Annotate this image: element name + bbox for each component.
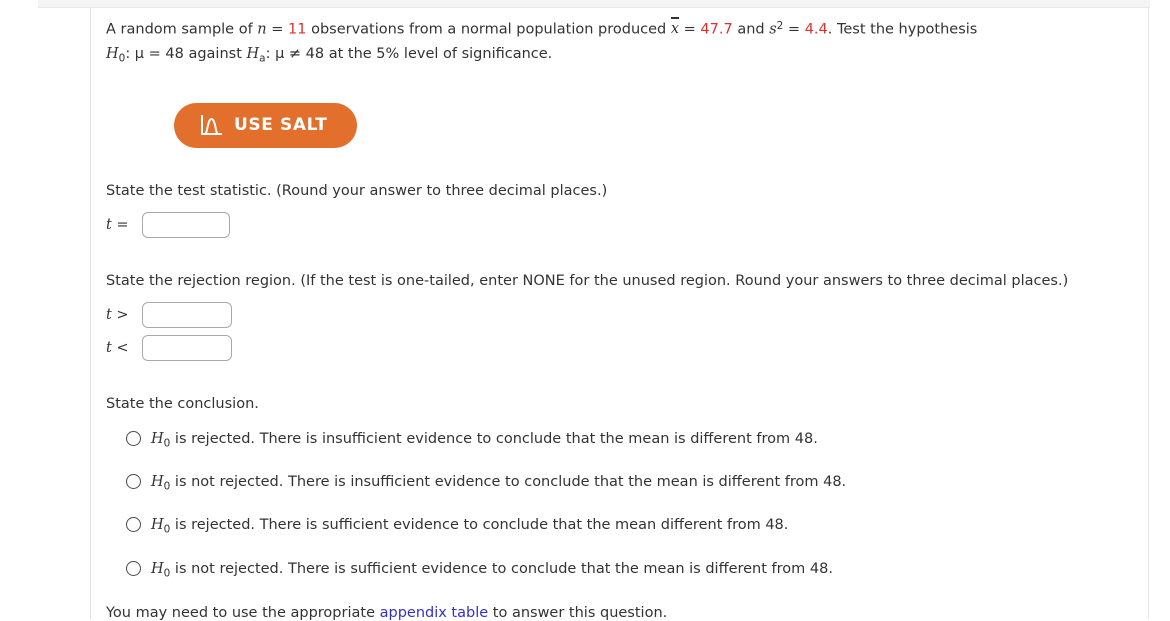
h0-symbol: H xyxy=(106,46,119,63)
test-statistic-prefix: t = xyxy=(106,217,142,233)
rejection-region-upper-input[interactable] xyxy=(142,301,232,328)
radio-button-3[interactable] xyxy=(126,517,141,533)
test-statistic-row: t = xyxy=(106,211,1116,238)
n-value: 11 xyxy=(288,21,307,38)
s-value: 4.4 xyxy=(804,21,828,38)
page-right-rule xyxy=(1148,7,1149,619)
conclusion-option-1[interactable]: H0 is rejected. There is insufficient ev… xyxy=(126,429,1116,453)
option-3-h-symbol: H xyxy=(151,517,164,534)
radio-button-1[interactable] xyxy=(126,430,141,446)
t-operator-less: < xyxy=(111,339,129,356)
problem-text-part-1: A random sample of xyxy=(106,21,258,38)
conclusion-option-2-label: H0 is not rejected. There is insufficien… xyxy=(151,472,846,496)
xbar-symbol: x xyxy=(670,16,680,42)
test-statistic-block: State the test statistic. (Round your an… xyxy=(106,180,1116,238)
ha-statement: : μ ≠ 48 at the 5% level of significance… xyxy=(265,46,553,63)
test-statistic-label: State the test statistic. (Round your an… xyxy=(106,182,608,199)
option-4-h-symbol: H xyxy=(151,560,164,577)
rejection-lower-prefix: t < xyxy=(106,340,142,356)
n-symbol: n xyxy=(257,21,267,38)
xbar-value: 47.7 xyxy=(700,21,733,38)
rejection-region-label: State the rejection region. (If the test… xyxy=(106,272,1069,289)
radio-button-2[interactable] xyxy=(126,474,141,490)
s-equals: = xyxy=(783,21,805,38)
test-statistic-input[interactable] xyxy=(142,211,230,238)
use-salt-button[interactable]: USE SALT xyxy=(174,102,358,148)
question-content: A random sample of n = 11 observations f… xyxy=(106,14,1116,621)
conclusion-option-4-label: H0 is not rejected. There is sufficient … xyxy=(151,559,833,583)
option-2-h-symbol: H xyxy=(151,474,164,491)
ha-symbol: H xyxy=(246,46,260,63)
rejection-region-lower-row: t < xyxy=(106,334,1116,361)
option-4-text: is not rejected. There is sufficient evi… xyxy=(170,560,833,577)
h0-statement: : μ = 48 against xyxy=(125,46,247,63)
conclusion-option-2[interactable]: H0 is not rejected. There is insufficien… xyxy=(126,472,1116,496)
problem-statement: A random sample of n = 11 observations f… xyxy=(106,14,1116,72)
conclusion-label: State the conclusion. xyxy=(106,395,259,412)
conclusion-option-3-label: H0 is rejected. There is sufficient evid… xyxy=(151,515,788,539)
conclusion-option-4[interactable]: H0 is not rejected. There is sufficient … xyxy=(126,559,1116,583)
use-salt-label: USE SALT xyxy=(234,114,328,135)
conclusion-option-1-label: H0 is rejected. There is insufficient ev… xyxy=(151,429,818,453)
rejection-upper-prefix: t > xyxy=(106,307,142,323)
page-top-strip xyxy=(38,0,1150,8)
s-symbol: s xyxy=(769,21,777,38)
salt-button-container: USE SALT xyxy=(174,102,1116,148)
t-operator-greater: > xyxy=(111,306,129,323)
rejection-region-lower-input[interactable] xyxy=(142,334,232,361)
option-2-text: is not rejected. There is insufficient e… xyxy=(170,474,847,491)
problem-text-part-2: observations from a normal population pr… xyxy=(306,21,671,38)
option-1-text: is rejected. There is insufficient evide… xyxy=(170,430,818,447)
distribution-curve-icon xyxy=(200,114,222,136)
t-operator: = xyxy=(111,216,129,233)
problem-text-part-3: and xyxy=(732,21,770,38)
rejection-region-upper-row: t > xyxy=(106,301,1116,328)
n-equals: = xyxy=(266,21,289,38)
option-3-text: is rejected. There is sufficient evidenc… xyxy=(170,517,789,534)
option-1-h-symbol: H xyxy=(151,430,164,447)
radio-button-4[interactable] xyxy=(126,560,141,576)
conclusion-block: State the conclusion. H0 is rejected. Th… xyxy=(106,393,1116,583)
rejection-region-block: State the rejection region. (If the test… xyxy=(106,270,1116,361)
page-left-rule xyxy=(90,7,91,619)
conclusion-option-3[interactable]: H0 is rejected. There is sufficient evid… xyxy=(126,515,1116,539)
problem-text-part-4: . Test the hypothesis xyxy=(827,21,978,38)
xbar-equals: = xyxy=(679,21,701,38)
conclusion-options: H0 is rejected. There is insufficient ev… xyxy=(106,429,1116,583)
